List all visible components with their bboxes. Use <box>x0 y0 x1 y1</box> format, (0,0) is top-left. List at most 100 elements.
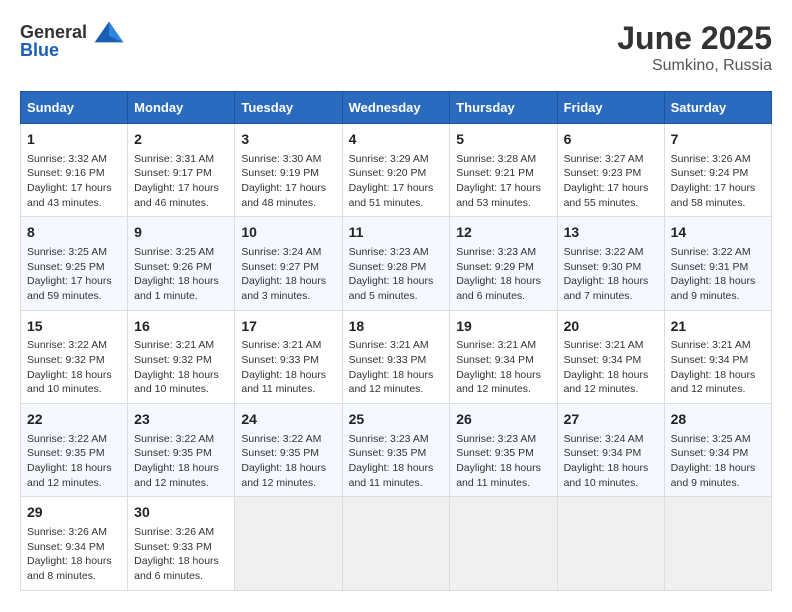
sunrise-text: Sunrise: 3:22 AM <box>27 338 121 353</box>
sunset-text: Sunset: 9:25 PM <box>27 260 121 275</box>
calendar-cell: 11Sunrise: 3:23 AMSunset: 9:28 PMDayligh… <box>342 217 450 310</box>
daylight-text: Daylight: 17 hours and 53 minutes. <box>456 181 550 210</box>
calendar-cell: 24Sunrise: 3:22 AMSunset: 9:35 PMDayligh… <box>235 404 342 497</box>
sunrise-text: Sunrise: 3:26 AM <box>671 152 765 167</box>
calendar-cell: 27Sunrise: 3:24 AMSunset: 9:34 PMDayligh… <box>557 404 664 497</box>
sunset-text: Sunset: 9:32 PM <box>134 353 228 368</box>
calendar-cell <box>235 497 342 590</box>
sunrise-text: Sunrise: 3:25 AM <box>27 245 121 260</box>
calendar-table: SundayMondayTuesdayWednesdayThursdayFrid… <box>20 91 772 591</box>
sunrise-text: Sunrise: 3:31 AM <box>134 152 228 167</box>
calendar-week-row: 8Sunrise: 3:25 AMSunset: 9:25 PMDaylight… <box>21 217 772 310</box>
daylight-text: Daylight: 18 hours and 5 minutes. <box>349 274 444 303</box>
day-number: 13 <box>564 223 658 243</box>
day-number: 15 <box>27 317 121 337</box>
weekday-header: Sunday <box>21 92 128 124</box>
day-number: 6 <box>564 130 658 150</box>
calendar-cell: 16Sunrise: 3:21 AMSunset: 9:32 PMDayligh… <box>128 310 235 403</box>
calendar-cell: 21Sunrise: 3:21 AMSunset: 9:34 PMDayligh… <box>664 310 771 403</box>
weekday-header: Tuesday <box>235 92 342 124</box>
sunset-text: Sunset: 9:34 PM <box>671 446 765 461</box>
sunset-text: Sunset: 9:17 PM <box>134 166 228 181</box>
weekday-header: Friday <box>557 92 664 124</box>
daylight-text: Daylight: 18 hours and 12 minutes. <box>349 368 444 397</box>
day-number: 29 <box>27 503 121 523</box>
sunset-text: Sunset: 9:35 PM <box>349 446 444 461</box>
sunset-text: Sunset: 9:35 PM <box>134 446 228 461</box>
calendar-cell: 13Sunrise: 3:22 AMSunset: 9:30 PMDayligh… <box>557 217 664 310</box>
calendar-cell: 26Sunrise: 3:23 AMSunset: 9:35 PMDayligh… <box>450 404 557 497</box>
day-number: 22 <box>27 410 121 430</box>
calendar-cell: 15Sunrise: 3:22 AMSunset: 9:32 PMDayligh… <box>21 310 128 403</box>
sunrise-text: Sunrise: 3:29 AM <box>349 152 444 167</box>
day-number: 1 <box>27 130 121 150</box>
daylight-text: Daylight: 18 hours and 12 minutes. <box>27 461 121 490</box>
calendar-cell: 25Sunrise: 3:23 AMSunset: 9:35 PMDayligh… <box>342 404 450 497</box>
calendar-cell <box>557 497 664 590</box>
sunrise-text: Sunrise: 3:23 AM <box>456 432 550 447</box>
sunrise-text: Sunrise: 3:21 AM <box>349 338 444 353</box>
day-number: 9 <box>134 223 228 243</box>
day-number: 7 <box>671 130 765 150</box>
sunset-text: Sunset: 9:29 PM <box>456 260 550 275</box>
daylight-text: Daylight: 18 hours and 12 minutes. <box>134 461 228 490</box>
logo: General Blue <box>20 20 125 61</box>
calendar-cell: 19Sunrise: 3:21 AMSunset: 9:34 PMDayligh… <box>450 310 557 403</box>
sunrise-text: Sunrise: 3:21 AM <box>134 338 228 353</box>
day-number: 10 <box>241 223 335 243</box>
day-number: 4 <box>349 130 444 150</box>
sunset-text: Sunset: 9:21 PM <box>456 166 550 181</box>
daylight-text: Daylight: 18 hours and 12 minutes. <box>564 368 658 397</box>
sunset-text: Sunset: 9:34 PM <box>456 353 550 368</box>
sunset-text: Sunset: 9:35 PM <box>27 446 121 461</box>
daylight-text: Daylight: 18 hours and 9 minutes. <box>671 274 765 303</box>
calendar-week-row: 22Sunrise: 3:22 AMSunset: 9:35 PMDayligh… <box>21 404 772 497</box>
calendar-cell: 2 Sunrise: 3:31 AMSunset: 9:17 PMDaylight… <box>128 124 235 217</box>
daylight-text: Daylight: 18 hours and 12 minutes. <box>241 461 335 490</box>
daylight-text: Daylight: 17 hours and 51 minutes. <box>349 181 444 210</box>
sunset-text: Sunset: 9:34 PM <box>564 446 658 461</box>
sunrise-text: Sunrise: 3:28 AM <box>456 152 550 167</box>
day-number: 2 <box>134 130 228 150</box>
sunset-text: Sunset: 9:30 PM <box>564 260 658 275</box>
day-number: 14 <box>671 223 765 243</box>
weekday-header: Monday <box>128 92 235 124</box>
calendar-cell: 10Sunrise: 3:24 AMSunset: 9:27 PMDayligh… <box>235 217 342 310</box>
sunset-text: Sunset: 9:34 PM <box>27 540 121 555</box>
calendar-week-row: 1Sunrise: 3:32 AMSunset: 9:16 PMDaylight… <box>21 124 772 217</box>
calendar-cell <box>342 497 450 590</box>
day-number: 27 <box>564 410 658 430</box>
day-number: 23 <box>134 410 228 430</box>
calendar-cell: 18Sunrise: 3:21 AMSunset: 9:33 PMDayligh… <box>342 310 450 403</box>
sunrise-text: Sunrise: 3:24 AM <box>241 245 335 260</box>
sunrise-text: Sunrise: 3:22 AM <box>241 432 335 447</box>
daylight-text: Daylight: 18 hours and 10 minutes. <box>134 368 228 397</box>
daylight-text: Daylight: 18 hours and 10 minutes. <box>564 461 658 490</box>
weekday-header: Wednesday <box>342 92 450 124</box>
sunrise-text: Sunrise: 3:22 AM <box>134 432 228 447</box>
sunrise-text: Sunrise: 3:21 AM <box>456 338 550 353</box>
day-number: 18 <box>349 317 444 337</box>
calendar-cell: 3Sunrise: 3:30 AMSunset: 9:19 PMDaylight… <box>235 124 342 217</box>
day-number: 12 <box>456 223 550 243</box>
sunrise-text: Sunrise: 3:22 AM <box>671 245 765 260</box>
calendar-cell: 12Sunrise: 3:23 AMSunset: 9:29 PMDayligh… <box>450 217 557 310</box>
day-number: 30 <box>134 503 228 523</box>
calendar-cell: 17Sunrise: 3:21 AMSunset: 9:33 PMDayligh… <box>235 310 342 403</box>
sunrise-text: Sunrise: 3:22 AM <box>564 245 658 260</box>
calendar-cell: 4Sunrise: 3:29 AMSunset: 9:20 PMDaylight… <box>342 124 450 217</box>
sunset-text: Sunset: 9:33 PM <box>134 540 228 555</box>
sunrise-text: Sunrise: 3:21 AM <box>564 338 658 353</box>
calendar-cell: 23 Sunrise: 3:22 AMSunset: 9:35 PMDayligh… <box>128 404 235 497</box>
daylight-text: Daylight: 18 hours and 11 minutes. <box>241 368 335 397</box>
sunset-text: Sunset: 9:28 PM <box>349 260 444 275</box>
day-number: 20 <box>564 317 658 337</box>
daylight-text: Daylight: 18 hours and 10 minutes. <box>27 368 121 397</box>
calendar-cell: 5 Sunrise: 3:28 AMSunset: 9:21 PMDaylight… <box>450 124 557 217</box>
logo-icon <box>93 20 125 44</box>
sunrise-text: Sunrise: 3:23 AM <box>349 245 444 260</box>
day-number: 5 <box>456 130 550 150</box>
daylight-text: Daylight: 17 hours and 46 minutes. <box>134 181 228 210</box>
sunset-text: Sunset: 9:34 PM <box>671 353 765 368</box>
sunrise-text: Sunrise: 3:22 AM <box>27 432 121 447</box>
